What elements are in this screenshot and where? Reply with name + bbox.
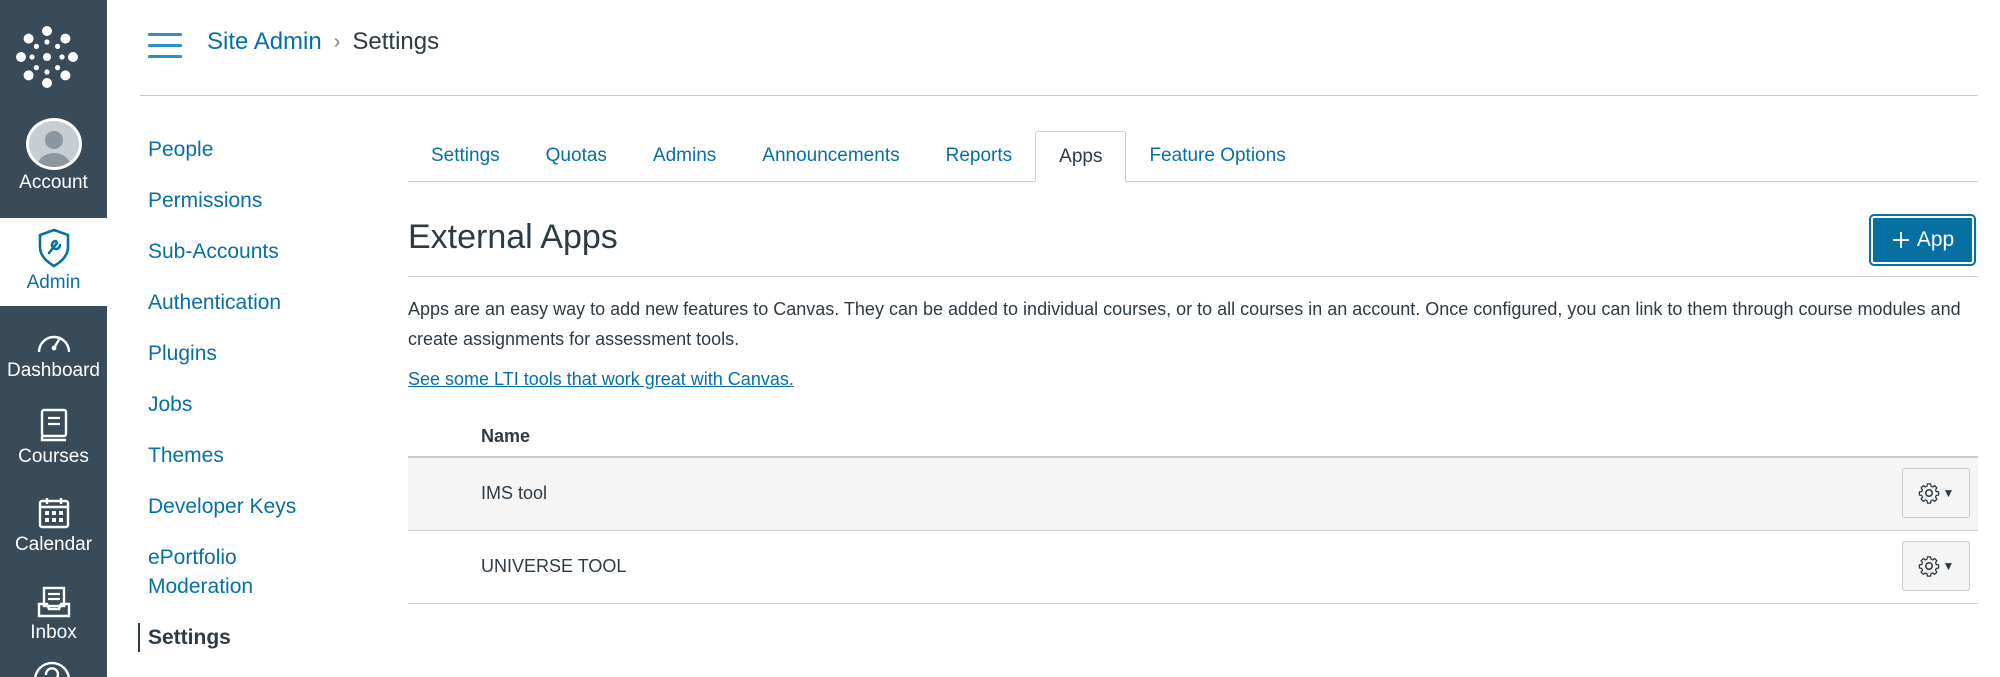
gear-icon <box>1918 556 1939 577</box>
table-column-name[interactable]: Name <box>481 426 530 447</box>
table-row: UNIVERSE TOOL ▼ <box>408 531 1978 604</box>
header-divider <box>140 95 1978 96</box>
caret-down-icon: ▼ <box>1942 559 1955 573</box>
global-nav-label: Admin <box>26 272 81 293</box>
breadcrumb-site-admin[interactable]: Site Admin <box>207 28 322 56</box>
global-nav-account[interactable]: Account <box>0 118 107 206</box>
app-settings-menu-button[interactable]: ▼ <box>1902 468 1970 518</box>
lti-tools-link[interactable]: See some LTI tools that work great with … <box>408 369 794 390</box>
page-title: External Apps <box>408 218 618 256</box>
inbox-icon <box>37 586 70 618</box>
tab-quotas[interactable]: Quotas <box>523 131 630 182</box>
global-nav-dashboard[interactable]: Dashboard <box>0 306 107 394</box>
add-app-label: App <box>1916 228 1955 251</box>
global-nav: Account Admin Dashboard Courses Calendar… <box>0 0 107 677</box>
account-nav-authentication[interactable]: Authentication <box>140 288 380 317</box>
apps-description: Apps are an easy way to add new features… <box>408 299 1961 349</box>
global-nav-label: Calendar <box>14 534 93 555</box>
book-icon <box>40 408 67 442</box>
breadcrumb-separator-icon: › <box>333 30 341 53</box>
account-nav-people[interactable]: People <box>140 135 380 164</box>
account-nav: People Permissions Sub-Accounts Authenti… <box>138 135 380 674</box>
global-nav-courses[interactable]: Courses <box>0 392 107 480</box>
hamburger-menu-icon[interactable] <box>148 33 182 59</box>
tab-reports[interactable]: Reports <box>923 131 1036 182</box>
account-nav-sub-accounts[interactable]: Sub-Accounts <box>140 237 380 266</box>
account-nav-jobs[interactable]: Jobs <box>140 390 380 419</box>
tab-settings[interactable]: Settings <box>408 131 523 182</box>
app-settings-menu-button[interactable]: ▼ <box>1902 541 1970 591</box>
calendar-icon <box>38 498 69 529</box>
global-nav-inbox[interactable]: Inbox <box>0 568 107 656</box>
table-row: IMS tool ▼ <box>408 458 1978 531</box>
gear-icon <box>1918 483 1939 504</box>
caret-down-icon: ▼ <box>1942 486 1955 500</box>
global-nav-label: Dashboard <box>7 360 100 381</box>
avatar-icon <box>25 118 82 170</box>
account-nav-themes[interactable]: Themes <box>140 441 380 470</box>
global-nav-label: Inbox <box>30 622 77 643</box>
tab-feature-options[interactable]: Feature Options <box>1126 131 1308 182</box>
settings-tabs: Settings Quotas Admins Announcements Rep… <box>408 131 1309 182</box>
global-nav-calendar[interactable]: Calendar <box>0 480 107 568</box>
canvas-logo-icon[interactable] <box>14 24 80 90</box>
tabs-divider <box>408 181 1978 182</box>
account-nav-settings[interactable]: Settings <box>138 623 380 652</box>
tab-announcements[interactable]: Announcements <box>739 131 922 182</box>
account-nav-plugins[interactable]: Plugins <box>140 339 380 368</box>
account-nav-developer-keys[interactable]: Developer Keys <box>140 492 380 521</box>
app-name: UNIVERSE TOOL <box>481 556 627 576</box>
help-icon[interactable] <box>32 660 72 677</box>
account-nav-permissions[interactable]: Permissions <box>140 186 380 215</box>
plus-icon <box>1892 232 1909 248</box>
global-nav-label: Account <box>19 172 88 193</box>
global-nav-label: Courses <box>18 446 89 467</box>
add-app-button[interactable]: App <box>1869 214 1976 266</box>
account-nav-eportfolio-moderation[interactable]: ePortfolio Moderation <box>140 543 288 601</box>
global-nav-admin[interactable]: Admin <box>0 218 107 306</box>
shield-wrench-icon <box>38 228 69 268</box>
tab-apps[interactable]: Apps <box>1035 131 1127 182</box>
tab-admins[interactable]: Admins <box>630 131 739 182</box>
title-divider <box>408 276 1978 277</box>
speedometer-icon <box>37 335 70 353</box>
breadcrumb: Site Admin › Settings <box>207 28 439 56</box>
breadcrumb-current: Settings <box>352 28 440 55</box>
app-name: IMS tool <box>481 483 548 503</box>
